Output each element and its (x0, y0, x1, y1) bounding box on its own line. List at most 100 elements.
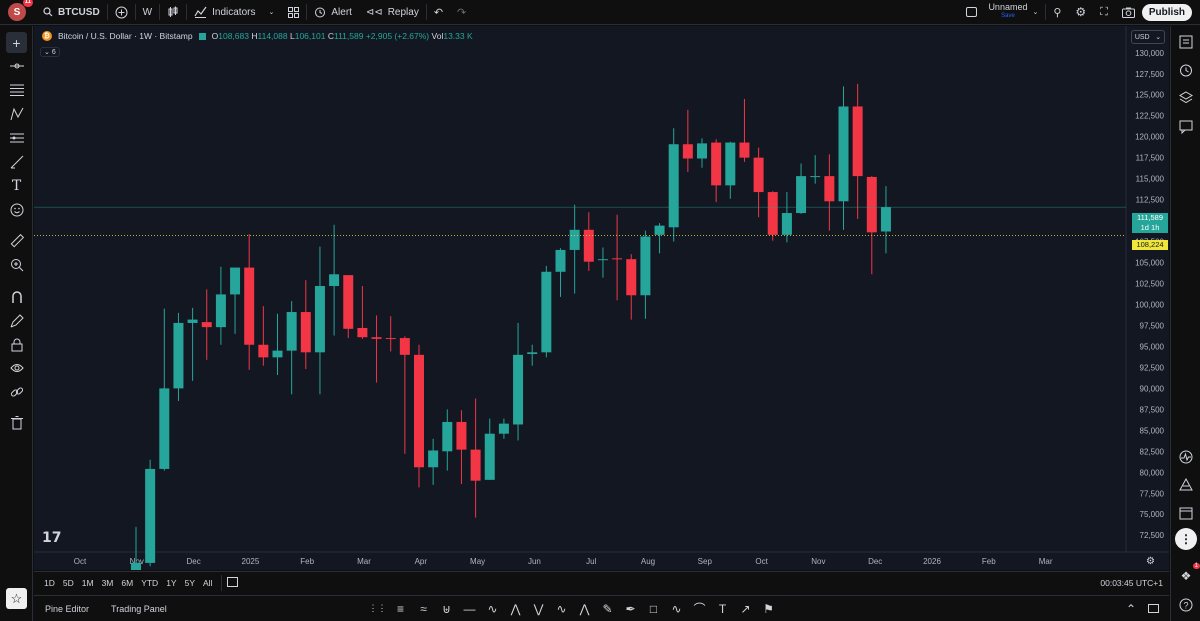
range-6m[interactable]: 6M (117, 578, 137, 588)
volume-label: Vol (431, 31, 444, 41)
range-1y[interactable]: 1Y (162, 578, 180, 588)
trading-panel-tab[interactable]: Trading Panel (100, 604, 178, 614)
pattern-tool[interactable] (6, 103, 27, 124)
tradingview-logo[interactable]: 17 (42, 530, 61, 546)
calendar-button[interactable] (1176, 503, 1196, 523)
parallel-channel-icon[interactable]: ≡ (391, 599, 410, 618)
wave-pattern-icon[interactable]: ∿ (552, 599, 571, 618)
brush-icon (10, 155, 23, 168)
interval-button[interactable]: W (136, 0, 159, 25)
indicators-collapse-button[interactable]: ⌄ 6 (40, 47, 60, 57)
pitchfork-icon[interactable]: ⊎ (437, 599, 456, 618)
screener-button[interactable] (1176, 447, 1196, 467)
zoom-tool[interactable] (6, 254, 27, 275)
range-1m[interactable]: 1M (78, 578, 98, 588)
ruler-icon (10, 233, 24, 247)
layouts-grid-button[interactable] (281, 0, 306, 25)
lock-drawings-tool[interactable] (6, 334, 27, 355)
layout-menu-button[interactable]: Unnamed Save ⌄ (959, 0, 1045, 25)
hide-drawings-tool[interactable] (6, 357, 27, 378)
remove-drawings-tool[interactable] (6, 412, 27, 433)
clock-timezone[interactable]: 00:03:45 UTC+1 (1100, 578, 1163, 588)
abcd-pattern-icon[interactable]: ⋀ (506, 599, 525, 618)
object-tree-button[interactable] (1176, 88, 1196, 108)
time-axis-settings-button[interactable]: ⚙ (1146, 556, 1155, 567)
prediction-tool[interactable] (6, 127, 27, 148)
crosshair-tool[interactable]: + (6, 32, 27, 53)
notifications-button[interactable]: ❖ 1 (1176, 563, 1200, 586)
candle-body (810, 176, 821, 178)
alerts-button[interactable] (1176, 60, 1196, 80)
emoji-tool[interactable] (6, 199, 27, 220)
legend-ohlc: O108,683 H114,088 L106,101 C111,589 +2,9… (212, 31, 473, 41)
watchlist-button[interactable] (1176, 32, 1196, 52)
favorites-tool[interactable]: ☆ (6, 588, 27, 609)
svg-text:?: ? (1184, 601, 1189, 611)
user-avatar[interactable]: S 11 (8, 0, 33, 21)
text-tool[interactable]: T (6, 175, 27, 196)
publish-button[interactable]: Publish (1141, 3, 1192, 21)
indicators-button[interactable]: Indicators ⌄ (187, 0, 281, 25)
chevron-up-icon[interactable]: ⌃ (1126, 602, 1136, 616)
quick-search-button[interactable]: ⚲ (1046, 0, 1068, 25)
regression-icon[interactable]: ≈ (414, 599, 433, 618)
undo-icon: ↶ (433, 6, 444, 19)
range-5d[interactable]: 5D (59, 578, 78, 588)
pine-editor-tab[interactable]: Pine Editor (34, 604, 100, 614)
maximize-icon[interactable] (1148, 604, 1159, 613)
xabcd-pattern-icon[interactable]: ⋁ (529, 599, 548, 618)
redo-button[interactable]: ↷ (450, 0, 473, 25)
sync-drawings-tool[interactable] (6, 381, 27, 402)
pen-icon[interactable]: ✎ (598, 599, 617, 618)
fullscreen-button[interactable]: ⛶ (1093, 0, 1115, 25)
drag-handle-icon[interactable]: ⋮⋮ (368, 599, 387, 618)
brush-tool[interactable] (6, 151, 27, 172)
replay-button[interactable]: ⊲⊲ Replay (359, 0, 426, 25)
go-to-date-button[interactable] (227, 576, 239, 590)
candlestick-chart[interactable]: 72,500 75,000 77,500 80,000 82,500 85,000 87,5… (34, 26, 1169, 570)
fib-tool[interactable] (6, 79, 27, 100)
high-value: 114,088 (257, 31, 288, 41)
prediction-icon (9, 133, 24, 142)
horizontal-line-icon[interactable]: — (460, 599, 479, 618)
chart-pane[interactable]: 72,500 75,000 77,500 80,000 82,500 85,000 87,5… (34, 26, 1169, 570)
candle-body (527, 352, 538, 354)
trend-line-tool[interactable] (6, 55, 27, 76)
candle-body (428, 450, 439, 468)
rectangle-icon[interactable]: □ (644, 599, 663, 618)
three-drives-icon[interactable]: ⋀ (575, 599, 594, 618)
drawing-quick-bar: ⋮⋮ ≡ ≈ ⊎ — ∿ ⋀ ⋁ ∿ ⋀ ✎ ✒ □ ∿ ⌒ T ↗ ⚑ (368, 599, 778, 618)
legend-title: Bitcoin / U.S. Dollar · 1W · Bitstamp (58, 31, 193, 41)
flag-icon[interactable]: ⚑ (759, 599, 778, 618)
range-5y[interactable]: 5Y (181, 578, 199, 588)
settings-button[interactable]: ⚙ (1068, 0, 1093, 25)
measure-tool[interactable] (6, 230, 27, 251)
snapshot-button[interactable] (1115, 0, 1142, 25)
range-all[interactable]: All (199, 578, 216, 588)
plus-circle-icon (115, 6, 128, 18)
magnet-tool[interactable] (6, 286, 27, 307)
chart-type-button[interactable] (160, 0, 186, 25)
curve-icon[interactable]: ⌒ (690, 599, 709, 618)
y-tick-label: 80,000 (1140, 468, 1165, 477)
compare-symbol-button[interactable] (108, 0, 135, 25)
chats-button[interactable] (1176, 117, 1196, 137)
highlighter-icon[interactable]: ✒ (621, 599, 640, 618)
elliott-wave-icon[interactable]: ∿ (483, 599, 502, 618)
ideas-button[interactable] (1176, 475, 1196, 495)
path-icon[interactable]: ∿ (667, 599, 686, 618)
range-ytd[interactable]: YTD (137, 578, 162, 588)
alert-button[interactable]: Alert (307, 0, 359, 25)
help-button[interactable]: ? (1176, 595, 1196, 615)
range-1d[interactable]: 1D (40, 578, 59, 588)
products-button[interactable]: ⋮⋮⋮ (1168, 528, 1200, 550)
arrow-icon[interactable]: ↗ (736, 599, 755, 618)
currency-select[interactable]: USD ⌄ (1131, 30, 1165, 44)
undo-button[interactable]: ↶ (427, 0, 450, 25)
range-3m[interactable]: 3M (98, 578, 118, 588)
text-icon[interactable]: T (713, 599, 732, 618)
candle-body (230, 267, 241, 295)
stay-drawing-tool[interactable] (6, 310, 27, 331)
symbol-search-button[interactable]: BTCUSD (36, 0, 107, 25)
x-tick-label: Jul (586, 557, 596, 566)
